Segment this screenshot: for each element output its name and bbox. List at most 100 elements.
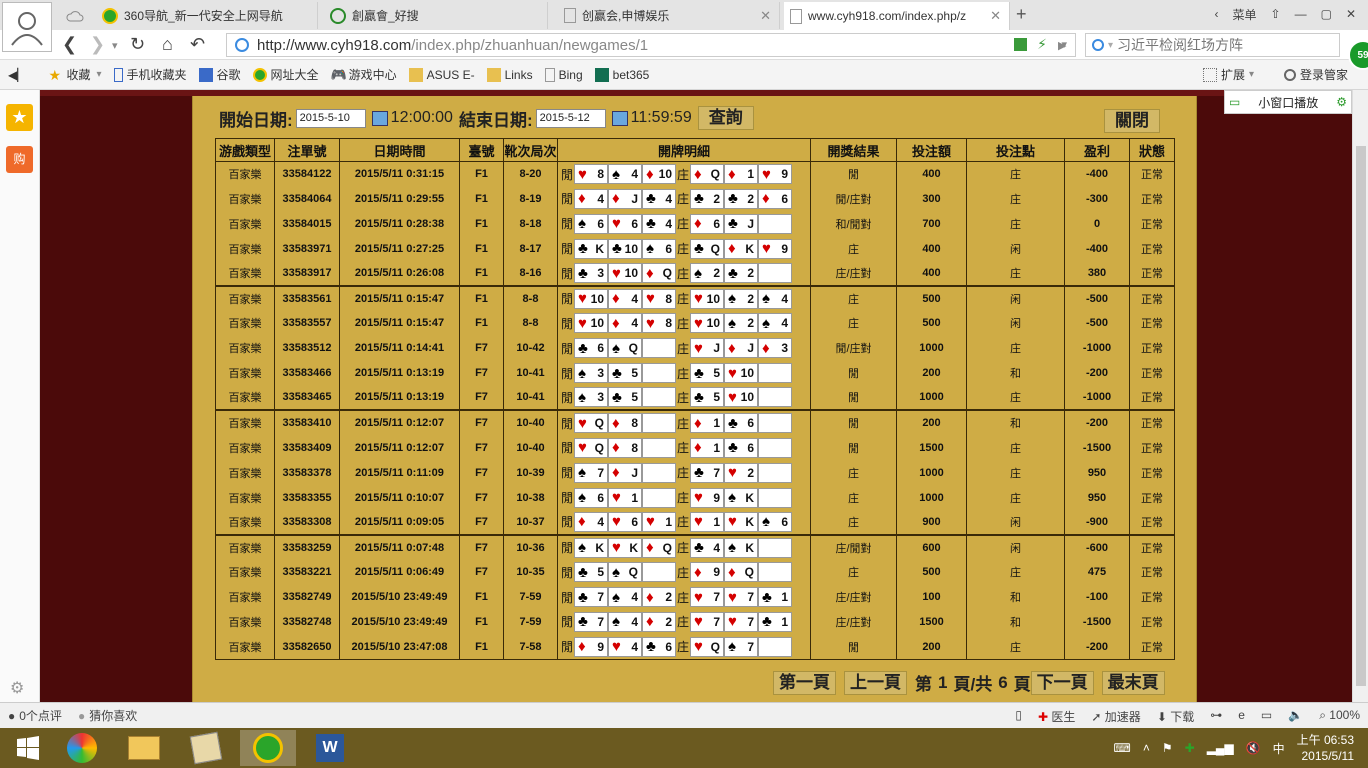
prev-page-button[interactable]: 上一頁 bbox=[844, 670, 907, 695]
new-tab-button[interactable]: + bbox=[1016, 4, 1027, 25]
flag-icon[interactable]: ⚑ bbox=[1162, 741, 1173, 755]
mute-icon[interactable]: 🔇 bbox=[1246, 741, 1261, 755]
table-row: 百家樂 33583971 2015/5/11 0:27:25 F1 8-17 閒 ♣ K ♣ 10… bbox=[215, 236, 1175, 262]
next-page-button[interactable]: 下一頁 bbox=[1030, 670, 1094, 695]
scrollbar-thumb[interactable] bbox=[1356, 146, 1366, 686]
bookmark-games[interactable]: 🎮 游戏中心 bbox=[331, 66, 397, 83]
bookmark-google[interactable]: 谷歌 bbox=[198, 66, 241, 83]
first-page-button[interactable]: 第一頁 bbox=[773, 670, 836, 695]
volume-icon[interactable]: 🔈 bbox=[1288, 708, 1303, 725]
profit-cell: -600 bbox=[1064, 533, 1130, 560]
doctor-button[interactable]: ✚ 医生 bbox=[1038, 708, 1075, 725]
chevron-down-icon[interactable]: ▾ bbox=[112, 39, 118, 52]
lightning-icon[interactable]: ⚡ bbox=[1037, 36, 1047, 53]
status-cell: 正常 bbox=[1129, 284, 1175, 311]
chevron-left-icon[interactable]: ‹ bbox=[1215, 7, 1219, 21]
keyboard-icon[interactable]: ⌨ bbox=[1114, 741, 1131, 755]
back-button[interactable]: ❮ bbox=[62, 34, 77, 55]
maximize-button[interactable]: ▢ bbox=[1321, 7, 1332, 21]
zoom-level[interactable]: ⌕ 100% bbox=[1319, 708, 1360, 725]
table-number-cell: F7 bbox=[459, 360, 504, 386]
pin-icon[interactable]: ⇧ bbox=[1271, 7, 1281, 21]
bookmark-mobile[interactable]: 手机收藏夹 bbox=[113, 66, 187, 83]
bet-amount-cell: 100 bbox=[896, 584, 967, 610]
tab-chuangying[interactable]: 创赢会,申博娱乐 ✕ bbox=[558, 2, 780, 29]
shopping-bag-icon[interactable]: 购 bbox=[6, 146, 33, 173]
bookmark-bing[interactable]: Bing bbox=[544, 67, 583, 82]
close-button[interactable]: 關閉 bbox=[1104, 109, 1160, 133]
banker-label: 庄 bbox=[676, 541, 689, 556]
datetime-cell: 2015/5/11 0:27:25 bbox=[339, 236, 460, 262]
qr-code-icon[interactable] bbox=[1014, 38, 1027, 51]
minimize-button[interactable]: — bbox=[1295, 7, 1307, 21]
signal-icon[interactable]: ▂▄▆ bbox=[1207, 741, 1234, 755]
file-explorer-icon[interactable] bbox=[116, 730, 172, 766]
player-label: 閒 bbox=[560, 615, 573, 630]
extensions-button[interactable]: 扩展 ▾ bbox=[1202, 66, 1254, 83]
clock[interactable]: 上午 06:53 2015/5/11 bbox=[1297, 732, 1354, 764]
close-tab-icon[interactable]: ✕ bbox=[760, 8, 771, 24]
table-row: 百家樂 33583557 2015/5/11 0:15:47 F1 8-8 閒 ♥ 10 ♦ 4 ♥… bbox=[215, 310, 1175, 336]
start-button[interactable] bbox=[0, 730, 56, 766]
bookmark-url-directory[interactable]: 网址大全 bbox=[252, 66, 319, 83]
calendar-icon[interactable] bbox=[371, 110, 388, 126]
phone-icon[interactable]: ▯ bbox=[1015, 708, 1022, 725]
chevron-up-icon[interactable]: ˄ bbox=[1143, 741, 1150, 755]
url-text[interactable]: http://www.cyh918.com/index.php/zhuanhua… bbox=[257, 37, 648, 54]
word-app-icon[interactable]: W bbox=[302, 730, 358, 766]
forward-button[interactable]: ❯ bbox=[90, 34, 105, 55]
close-tab-icon[interactable]: ✕ bbox=[990, 8, 1001, 24]
glasses-icon[interactable]: ⊶ bbox=[1210, 708, 1222, 725]
comments-count[interactable]: 0个点评 bbox=[19, 707, 62, 724]
settings-gear-icon[interactable]: ⚙ bbox=[10, 678, 24, 698]
mini-window-play-button[interactable]: ▭ 小窗口播放 ⚙ bbox=[1224, 90, 1352, 114]
bet-point-cell: 庄 bbox=[966, 261, 1065, 286]
ie-icon[interactable]: e bbox=[1238, 708, 1245, 725]
360-browser-taskbar-icon[interactable] bbox=[240, 730, 296, 766]
home-button[interactable]: ⌂ bbox=[162, 34, 173, 55]
play-icon[interactable]: ▶ bbox=[1058, 39, 1066, 52]
query-button[interactable]: 查詢 bbox=[697, 106, 754, 130]
sidebar-toggle-icon[interactable]: ◀▏ bbox=[8, 68, 26, 82]
paint-app-icon[interactable] bbox=[178, 730, 234, 766]
end-date-input[interactable]: 2015-5-12 bbox=[535, 108, 606, 128]
close-window-button[interactable]: ✕ bbox=[1346, 7, 1356, 21]
screen-icon[interactable]: ▭ bbox=[1261, 708, 1272, 725]
bookmark-asus[interactable]: ASUS E- bbox=[408, 67, 475, 82]
tab-360-nav[interactable]: 360导航_新一代安全上网导航 bbox=[96, 2, 318, 29]
360-tray-icon[interactable]: ✚ bbox=[1185, 741, 1195, 755]
gear-icon[interactable]: ⚙ bbox=[1336, 95, 1347, 109]
cards-cell: 閒 ♣ 7 ♠ 4 ♦ 2 庄 ♥ 7 ♥ 7 ♣ 1 bbox=[557, 584, 811, 610]
colorful-app-icon[interactable] bbox=[54, 730, 110, 766]
card-suit-icon: ♠ bbox=[728, 638, 736, 656]
card-suit-icon: ♣ bbox=[612, 240, 622, 258]
recommendation-link[interactable]: 猜你喜欢 bbox=[89, 707, 137, 724]
undo-button[interactable]: ↶ bbox=[190, 34, 205, 55]
card-rank: 7 bbox=[747, 590, 754, 605]
card-rank: 6 bbox=[597, 490, 604, 505]
bookmark-favorites[interactable]: ★ 收藏 ▾ bbox=[48, 66, 101, 83]
card-suit-icon: ♥ bbox=[612, 539, 621, 557]
login-manager-button[interactable]: 登录管家 bbox=[1283, 66, 1348, 83]
accelerator-button[interactable]: ➚ 加速器 bbox=[1091, 708, 1140, 725]
favorites-star-icon[interactable]: ★ bbox=[6, 104, 33, 131]
cloud-icon[interactable] bbox=[60, 2, 86, 29]
reload-button[interactable]: ↻ bbox=[130, 34, 145, 55]
address-bar[interactable]: http://www.cyh918.com/index.php/zhuanhua… bbox=[226, 33, 1076, 57]
search-input[interactable]: ▾ 习近平检阅红场方阵 bbox=[1085, 33, 1340, 57]
download-button[interactable]: ⬇ 下载 bbox=[1157, 708, 1194, 725]
playing-card: ♥ 10 bbox=[690, 313, 724, 334]
bookmark-links[interactable]: Links bbox=[486, 67, 533, 82]
tab-cyh918[interactable]: www.cyh918.com/index.php/z ✕ bbox=[784, 2, 1010, 30]
last-page-button[interactable]: 最末頁 bbox=[1101, 670, 1165, 695]
input-method[interactable]: 中 bbox=[1273, 740, 1285, 757]
menu-button[interactable]: 菜单 bbox=[1233, 6, 1257, 23]
calendar-icon[interactable] bbox=[611, 110, 628, 126]
tab-haosou[interactable]: 創贏會_好搜 bbox=[324, 2, 548, 29]
vertical-scrollbar[interactable] bbox=[1352, 90, 1368, 702]
card-suit-icon: ♦ bbox=[578, 638, 586, 656]
bookmark-bet365[interactable]: bet365 bbox=[594, 67, 649, 82]
user-avatar[interactable] bbox=[2, 2, 52, 52]
bet-id-cell: 33583221 bbox=[274, 559, 340, 585]
start-date-input[interactable]: 2015-5-10 bbox=[295, 108, 366, 128]
